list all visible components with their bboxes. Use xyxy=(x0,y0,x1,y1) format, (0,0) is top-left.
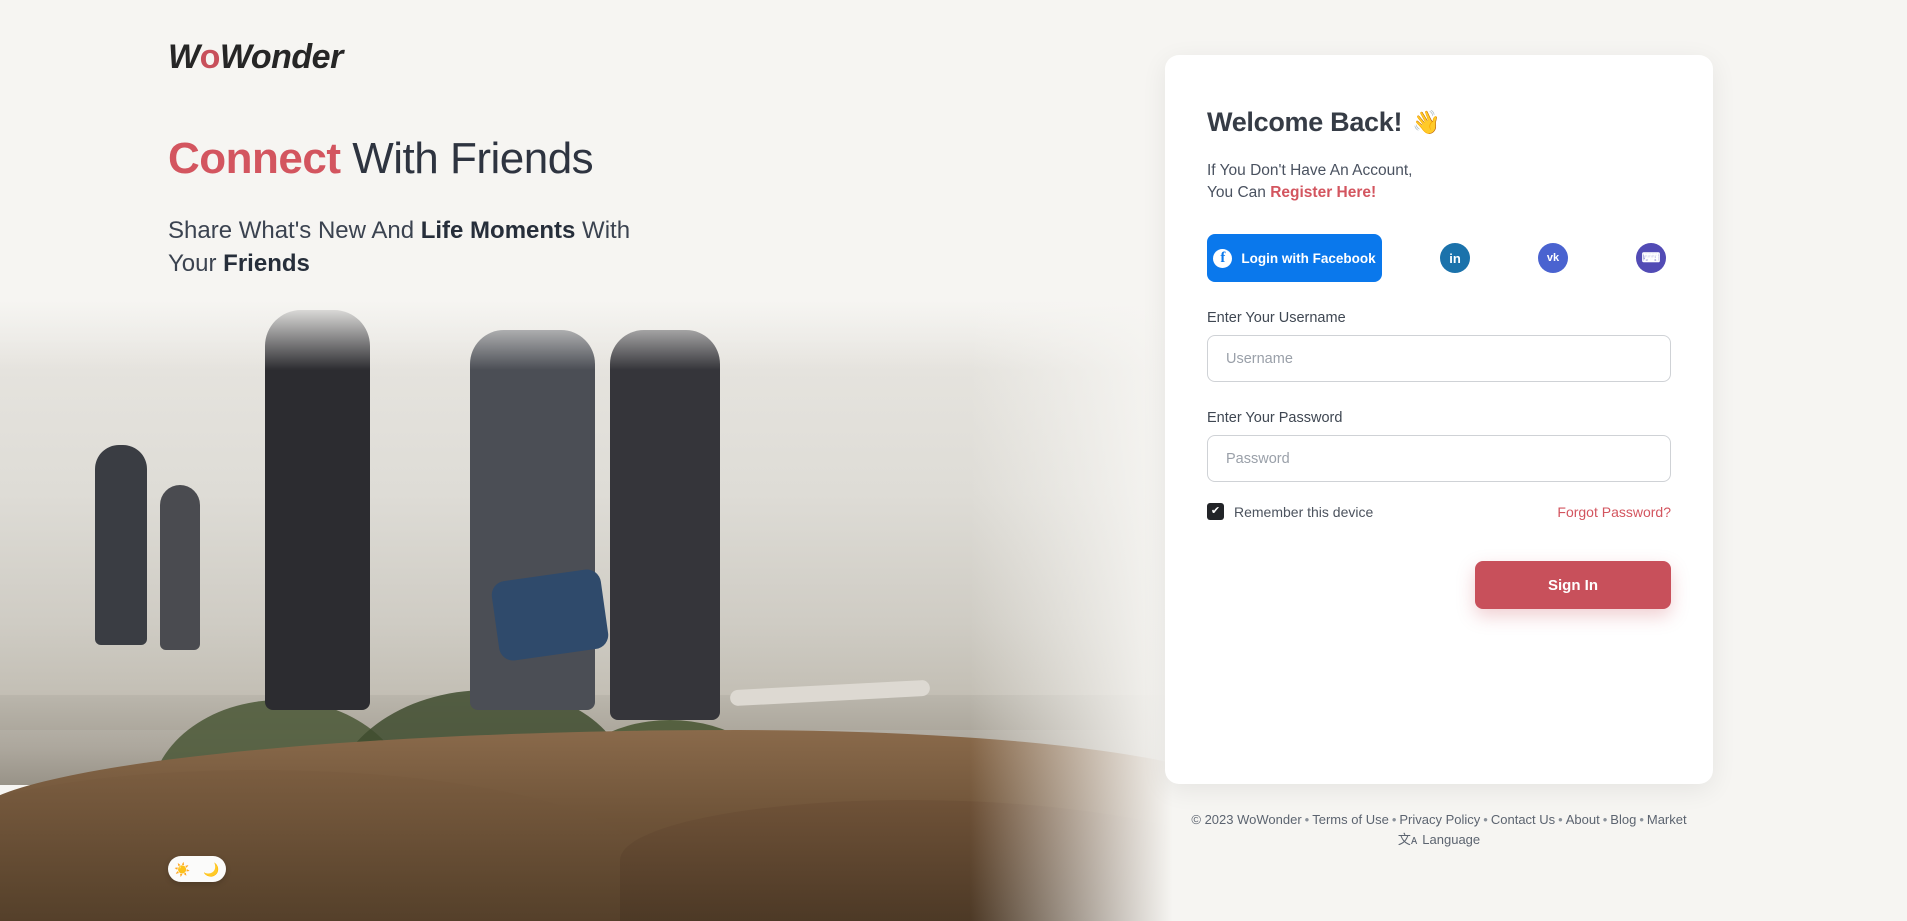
footer-link-terms[interactable]: Terms of Use xyxy=(1312,812,1389,827)
register-here-link[interactable]: Register Here! xyxy=(1270,184,1376,201)
sign-in-button[interactable]: Sign In xyxy=(1475,561,1671,609)
social-login-row: f Login with Facebook in vk ⌨ xyxy=(1207,234,1671,282)
separator: • xyxy=(1602,812,1608,827)
logo-dot: o xyxy=(199,38,221,76)
password-label: Enter Your Password xyxy=(1207,410,1343,426)
vk-icon[interactable]: vk xyxy=(1538,243,1568,273)
waving-hand-icon: 👋 xyxy=(1412,109,1441,135)
register-prompt-line1: If You Don't Have An Account, xyxy=(1207,162,1413,179)
moon-icon[interactable]: 🌙 xyxy=(203,863,219,876)
theme-toggle[interactable]: ☀️ 🌙 xyxy=(168,856,226,882)
facebook-button-label: Login with Facebook xyxy=(1241,250,1376,266)
footer-link-contact[interactable]: Contact Us xyxy=(1491,812,1555,827)
wowonder-logo[interactable]: WoWonder xyxy=(168,40,868,74)
checkmark-icon: ✔ xyxy=(1207,503,1224,520)
footer-link-blog[interactable]: Blog xyxy=(1610,812,1636,827)
hero-background-photo xyxy=(0,300,1200,921)
register-prompt: If You Don't Have An Account, You Can Re… xyxy=(1207,160,1671,204)
separator: • xyxy=(1304,812,1310,827)
login-options-row: ✔ Remember this device Forgot Password? xyxy=(1207,503,1671,520)
copyright: © 2023 WoWonder xyxy=(1191,812,1302,827)
remember-device-label: Remember this device xyxy=(1234,503,1374,520)
headline-accent: Connect xyxy=(168,134,341,183)
forgot-password-link[interactable]: Forgot Password? xyxy=(1557,504,1671,520)
login-with-facebook-button[interactable]: f Login with Facebook xyxy=(1207,234,1382,282)
password-input[interactable] xyxy=(1207,435,1671,482)
headline-rest: With Friends xyxy=(340,134,594,183)
register-prompt-prefix: You Can xyxy=(1207,184,1271,201)
facebook-icon: f xyxy=(1213,248,1233,268)
linkedin-icon[interactable]: in xyxy=(1440,243,1470,273)
chat-login-icon[interactable]: ⌨ xyxy=(1636,243,1666,273)
separator: • xyxy=(1483,812,1488,827)
login-card: Welcome Back! 👋 If You Don't Have An Acc… xyxy=(1165,55,1713,784)
welcome-title: Welcome Back! xyxy=(1207,107,1403,137)
photo-bag xyxy=(489,567,611,663)
separator: • xyxy=(1391,812,1397,827)
sun-icon[interactable]: ☀️ xyxy=(174,863,190,876)
photo-person xyxy=(95,445,147,645)
page-subtitle: Share What's New And Life Moments With Y… xyxy=(168,215,638,280)
translate-icon: 文ᴀ xyxy=(1397,831,1418,847)
subhead-part1: Share What's New And xyxy=(168,217,421,245)
remember-device-checkbox[interactable]: ✔ Remember this device xyxy=(1207,503,1373,520)
hero-content: WoWonder Connect With Friends Share What… xyxy=(168,40,868,281)
username-input[interactable] xyxy=(1207,335,1671,382)
footer-link-privacy[interactable]: Privacy Policy xyxy=(1399,812,1480,827)
page-title: Connect With Friends xyxy=(168,134,868,183)
username-label: Enter Your Username xyxy=(1207,310,1346,326)
register-prompt-line2: You Can Register Here! xyxy=(1207,182,1671,204)
logo-suffix: Wonder xyxy=(219,38,343,76)
login-page: WoWonder Connect With Friends Share What… xyxy=(0,0,1907,921)
photo-person xyxy=(610,330,720,720)
separator: • xyxy=(1558,812,1563,827)
language-label: Language xyxy=(1422,831,1481,847)
footer-link-about[interactable]: About xyxy=(1566,812,1600,827)
footer-link-market[interactable]: Market xyxy=(1647,812,1687,827)
photo-person xyxy=(265,310,370,710)
welcome-heading: Welcome Back! 👋 xyxy=(1207,107,1671,138)
subhead-bold1: Life Moments xyxy=(420,217,576,245)
footer-links-row: © 2023 WoWonder • Terms of Use • Privacy Pol… xyxy=(1165,810,1713,830)
footer: © 2023 WoWonder • Terms of Use • Privacy Pol… xyxy=(1165,810,1713,850)
photo-person xyxy=(160,485,200,650)
subhead-bold2: Friends xyxy=(223,249,310,277)
logo-prefix: W xyxy=(168,38,200,76)
language-selector[interactable]: 文ᴀ Language xyxy=(1398,830,1480,850)
signin-row: Sign In xyxy=(1207,561,1671,609)
separator: • xyxy=(1639,812,1644,827)
